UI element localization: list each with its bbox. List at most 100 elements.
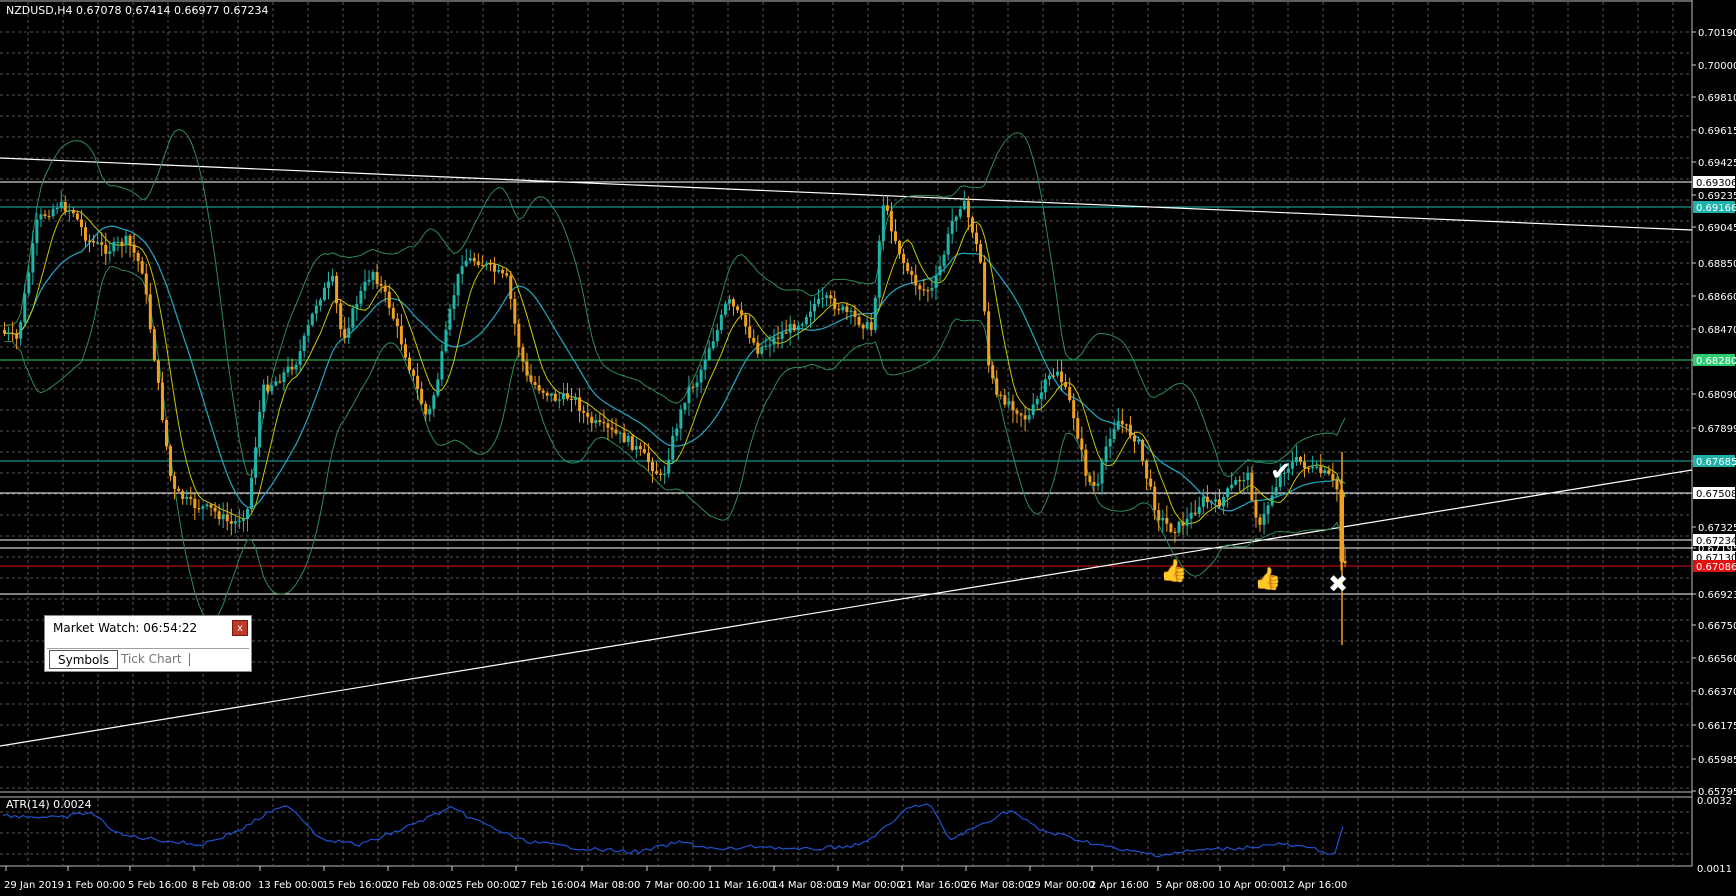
horizontal-levels[interactable] xyxy=(0,181,1692,595)
time-label: 12 Apr 16:00 xyxy=(1282,880,1347,891)
candle-body xyxy=(1319,466,1323,473)
candle-body xyxy=(375,272,379,284)
candle-body xyxy=(480,265,484,267)
candle-body xyxy=(67,209,71,212)
candle-body xyxy=(732,299,735,307)
candle-body xyxy=(902,253,906,264)
candle-body xyxy=(525,361,529,376)
candle-body xyxy=(1056,371,1059,376)
candle-body xyxy=(509,275,513,299)
candle-body xyxy=(1299,457,1302,462)
candle-body xyxy=(808,311,812,318)
price-label: 0.69810 xyxy=(1698,93,1736,104)
candle-body xyxy=(1250,472,1254,501)
candle-body xyxy=(533,381,537,386)
candle-body xyxy=(565,393,569,399)
candle-body xyxy=(55,207,59,210)
candle-body xyxy=(894,231,897,241)
close-button[interactable]: x xyxy=(232,620,248,636)
market-watch-panel[interactable]: Market Watch: 06:54:22 x Symbols Tick Ch… xyxy=(44,615,252,672)
candle-body xyxy=(246,509,249,519)
candle-body xyxy=(484,263,488,266)
candle-body xyxy=(970,217,974,233)
candle-body xyxy=(561,393,565,400)
time-label: 14 Mar 08:00 xyxy=(772,880,839,891)
price-label: 0.69615 xyxy=(1698,126,1736,137)
candle-body xyxy=(254,447,258,478)
candle-body xyxy=(1254,500,1258,518)
candle-body xyxy=(829,295,833,299)
candle-body xyxy=(1100,462,1104,484)
candle-body xyxy=(825,295,829,298)
candle-body xyxy=(75,213,79,220)
candle-body xyxy=(578,397,582,411)
candle-body xyxy=(27,272,31,294)
candle-body xyxy=(282,372,286,383)
candle-body xyxy=(821,297,825,300)
candle-body xyxy=(800,324,804,326)
candle-body xyxy=(926,290,930,292)
price-label: 0.66175 xyxy=(1698,721,1736,732)
candle-body xyxy=(772,337,776,345)
price-tag-label: 0.69166 xyxy=(1696,203,1736,214)
price-label: 0.69045 xyxy=(1698,223,1736,234)
candle-body xyxy=(387,291,391,308)
candle-body xyxy=(1031,404,1035,416)
candle-body xyxy=(391,307,395,319)
candle-body xyxy=(343,329,347,338)
candle-body xyxy=(889,210,893,232)
candle-body xyxy=(1185,518,1189,526)
candle-body xyxy=(148,294,152,330)
candle-body xyxy=(460,266,464,275)
candle-body xyxy=(472,258,476,262)
tab-tick-chart[interactable]: Tick Chart xyxy=(113,650,190,669)
time-label: 19 Mar 00:00 xyxy=(836,880,903,891)
candle-body xyxy=(1047,375,1051,380)
candle-body xyxy=(942,254,946,267)
candle-body xyxy=(1080,438,1084,450)
price-label: 0.68850 xyxy=(1698,259,1736,270)
chart-canvas[interactable]: 👍 👍 ✔ ✖ 0.70190 0.70000 0.69810 0.69615 0.69… xyxy=(0,0,1736,896)
atr-label: ATR(14) 0.0024 xyxy=(6,798,92,811)
candle-body xyxy=(39,214,43,220)
candle-body xyxy=(367,279,371,282)
candle-body xyxy=(160,382,164,420)
tab-symbols[interactable]: Symbols xyxy=(49,650,118,669)
price-label: 0.69425 xyxy=(1698,158,1736,169)
candle-body xyxy=(780,332,784,339)
candle-body xyxy=(1023,415,1027,420)
candle-body xyxy=(1335,480,1339,490)
price-label: 0.66923 xyxy=(1698,590,1736,601)
candle-body xyxy=(59,202,63,208)
candle-body xyxy=(432,395,436,409)
candle-body xyxy=(655,471,659,474)
cross-icon: ✖ xyxy=(1328,570,1348,598)
candle-body xyxy=(205,504,209,507)
candle-body xyxy=(1145,460,1149,479)
resistance-trendline[interactable] xyxy=(0,157,1693,231)
candle-body xyxy=(958,209,962,217)
candle-body xyxy=(760,346,764,354)
candle-body xyxy=(237,520,241,523)
candle-body xyxy=(602,422,606,424)
candle-body xyxy=(1169,523,1173,532)
candlestick-series[interactable] xyxy=(3,189,1347,645)
candle-body xyxy=(545,392,549,396)
candle-body xyxy=(43,214,47,217)
candle-body xyxy=(736,306,740,311)
candle-body xyxy=(1213,499,1217,502)
support-trendline[interactable] xyxy=(0,469,1693,747)
candle-body xyxy=(1177,521,1181,533)
candle-body xyxy=(675,428,679,436)
candle-body xyxy=(165,419,168,447)
candle-body xyxy=(966,200,970,218)
candle-body xyxy=(294,364,298,370)
candle-body xyxy=(574,397,578,400)
candle-body xyxy=(723,303,727,315)
price-axis: 0.70190 0.70000 0.69810 0.69615 0.69425 0.692… xyxy=(1692,28,1736,798)
price-label: 0.68090 xyxy=(1698,390,1736,401)
candle-body xyxy=(444,329,448,352)
candle-body xyxy=(71,209,75,214)
candle-body xyxy=(946,233,950,255)
candle-body xyxy=(768,344,772,346)
